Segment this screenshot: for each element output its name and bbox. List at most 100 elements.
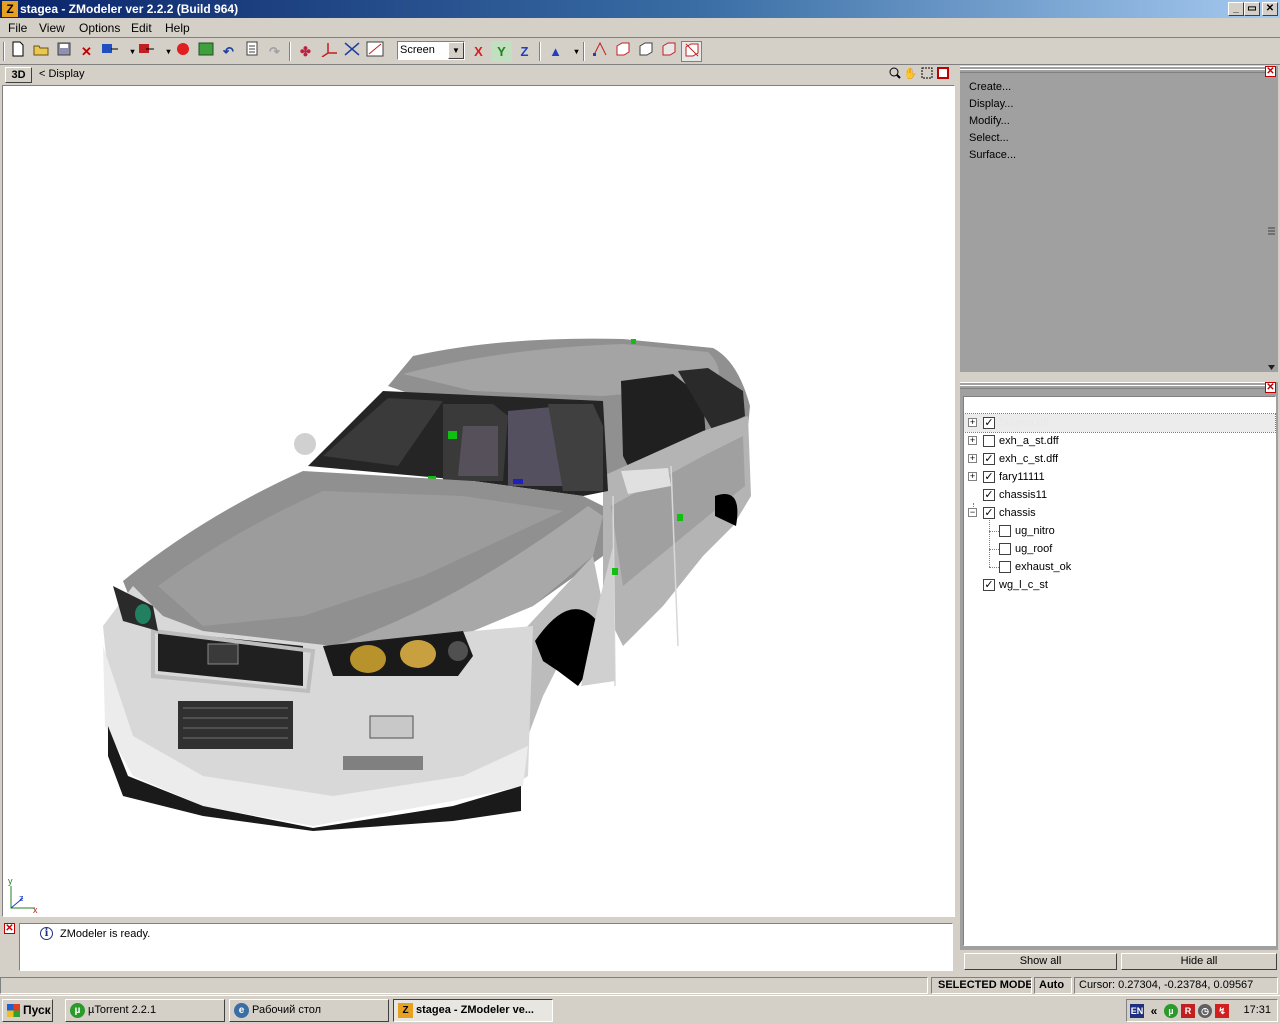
properties-icon[interactable]: [241, 41, 262, 62]
coordinate-mode-select[interactable]: Screen ▼: [397, 41, 465, 60]
viewport-3d[interactable]: y z x: [2, 85, 955, 917]
tree-item-exh-a-st[interactable]: + exh_a_st.dff: [964, 432, 1275, 450]
import-icon[interactable]: [99, 41, 120, 62]
clock[interactable]: 17:31: [1243, 1004, 1271, 1016]
select-vertex-icon[interactable]: [589, 41, 610, 62]
rotate-view-icon[interactable]: [919, 67, 934, 82]
visibility-checkbox[interactable]: [999, 525, 1011, 537]
tree-item-label: chassis: [999, 507, 1036, 519]
toolbar-separator: [583, 42, 585, 61]
tree-item-ug-nitro[interactable]: ug_nitro: [964, 522, 1275, 540]
visibility-checkbox[interactable]: ✓: [983, 507, 995, 519]
viewport-breadcrumb[interactable]: < Display: [39, 68, 85, 80]
show-all-button[interactable]: Show all: [964, 953, 1117, 970]
zmodeler-app-icon[interactable]: Z: [2, 1, 18, 17]
close-panel-icon[interactable]: ✕: [1265, 66, 1276, 77]
render-icon[interactable]: [172, 41, 193, 62]
title-bar: Z stagea - ZModeler ver 2.2.2 (Build 964…: [0, 0, 1280, 18]
explorer-icon: e: [234, 1003, 249, 1018]
menu-help[interactable]: Help: [165, 21, 190, 35]
object-mode-icon[interactable]: ▲: [545, 41, 566, 62]
menu-edit[interactable]: Edit: [131, 21, 152, 35]
tray-expand-icon[interactable]: «: [1147, 1004, 1161, 1018]
task-zmodeler[interactable]: Z stagea - ZModeler ve...: [393, 999, 553, 1022]
visibility-checkbox[interactable]: ✓: [983, 489, 995, 501]
visibility-checkbox[interactable]: [983, 435, 995, 447]
open-folder-icon[interactable]: [30, 41, 51, 62]
axis-z-toggle[interactable]: Z: [514, 41, 535, 62]
download-tray-icon[interactable]: ↯: [1215, 1004, 1229, 1018]
scene-icon[interactable]: [195, 41, 216, 62]
log-output: i ZModeler is ready.: [19, 923, 953, 971]
command-display[interactable]: Display...: [969, 98, 1013, 110]
task-desktop[interactable]: e Рабочий стол: [229, 999, 389, 1022]
command-surface[interactable]: Surface...: [969, 149, 1016, 161]
command-panel: ✕ Create... Display... Modify... Select.…: [960, 66, 1278, 372]
expand-icon[interactable]: +: [968, 454, 977, 463]
axis-x-label: x: [33, 905, 38, 915]
log-panel: ✕ i ZModeler is ready.: [2, 921, 955, 973]
zoom-icon[interactable]: [887, 67, 902, 82]
axis-y-toggle[interactable]: Y: [491, 41, 512, 62]
delete-icon[interactable]: ✕: [76, 41, 97, 62]
visibility-checkbox[interactable]: ✓: [983, 417, 995, 429]
tree-item-exhaust-ok[interactable]: exhaust_ok: [964, 558, 1275, 576]
minimize-button[interactable]: _: [1228, 2, 1244, 16]
export-icon[interactable]: [136, 41, 157, 62]
command-modify[interactable]: Modify...: [969, 115, 1010, 127]
menu-options[interactable]: Options: [79, 21, 120, 35]
panel-grip[interactable]: [960, 382, 1266, 389]
command-select[interactable]: Select...: [969, 132, 1009, 144]
tree-item-chassis11[interactable]: ✓ chassis11: [964, 486, 1275, 504]
antivirus-tray-icon[interactable]: R: [1181, 1004, 1195, 1018]
tree-item-fary11111[interactable]: + ✓ fary11111: [964, 468, 1275, 486]
command-create[interactable]: Create...: [969, 81, 1011, 93]
visibility-checkbox[interactable]: ✓: [983, 471, 995, 483]
visibility-checkbox[interactable]: ✓: [983, 579, 995, 591]
visibility-checkbox[interactable]: ✓: [983, 453, 995, 465]
panel-grip[interactable]: [960, 66, 1266, 73]
select-face-icon[interactable]: [612, 41, 633, 62]
hide-all-button[interactable]: Hide all: [1121, 953, 1277, 970]
visibility-checkbox[interactable]: [999, 561, 1011, 573]
save-icon[interactable]: [53, 41, 74, 62]
pan-hand-icon[interactable]: ✋: [903, 67, 918, 82]
command-panel-scrollbar[interactable]: [1267, 78, 1276, 372]
axis-move-icon[interactable]: [318, 41, 339, 62]
select-all-icon[interactable]: [681, 41, 702, 62]
menu-view[interactable]: View: [39, 21, 65, 35]
visibility-checkbox[interactable]: [999, 543, 1011, 555]
clock-tray-icon[interactable]: ◷: [1198, 1004, 1212, 1018]
close-panel-icon[interactable]: ✕: [1265, 382, 1276, 393]
utorrent-tray-icon[interactable]: µ: [1164, 1004, 1178, 1018]
view-mode-button[interactable]: 3D: [5, 67, 32, 83]
collapse-icon[interactable]: −: [968, 508, 977, 517]
select-group-icon[interactable]: [658, 41, 679, 62]
new-file-icon[interactable]: [7, 41, 28, 62]
task-utorrent[interactable]: µ µTorrent 2.2.1: [65, 999, 225, 1022]
axis-x-toggle[interactable]: X: [468, 41, 489, 62]
tree-item-ug-roof[interactable]: ug_roof: [964, 540, 1275, 558]
close-log-icon[interactable]: ✕: [4, 923, 15, 934]
menu-file[interactable]: File: [8, 21, 27, 35]
maximize-button[interactable]: ▭: [1244, 2, 1260, 16]
start-button[interactable]: Пуск: [2, 999, 53, 1022]
expand-icon[interactable]: +: [968, 418, 977, 427]
expand-icon[interactable]: +: [968, 436, 977, 445]
axis-scale-icon[interactable]: [364, 41, 385, 62]
undo-icon[interactable]: ↶: [218, 41, 239, 62]
chevron-down-icon[interactable]: ▼: [448, 42, 464, 59]
tree-item-chassis[interactable]: − ✓ chassis: [964, 504, 1275, 522]
maximize-view-icon[interactable]: [935, 67, 950, 82]
snap-icon[interactable]: ✤: [295, 41, 316, 62]
tree-item-stagea[interactable]: + ✓ Stagea.dff: [963, 413, 1276, 433]
tree-item-exh-c-st[interactable]: + ✓ exh_c_st.dff: [964, 450, 1275, 468]
axis-rotate-icon[interactable]: [341, 41, 362, 62]
redo-icon[interactable]: ↷: [264, 41, 285, 62]
tree-item-wg-l-c-st[interactable]: ✓ wg_l_c_st: [964, 576, 1275, 594]
window-title: stagea - ZModeler ver 2.2.2 (Build 964): [20, 2, 239, 16]
language-indicator[interactable]: EN: [1130, 1004, 1144, 1018]
select-object-icon[interactable]: [635, 41, 656, 62]
close-button[interactable]: ✕: [1262, 2, 1278, 16]
expand-icon[interactable]: +: [968, 472, 977, 481]
